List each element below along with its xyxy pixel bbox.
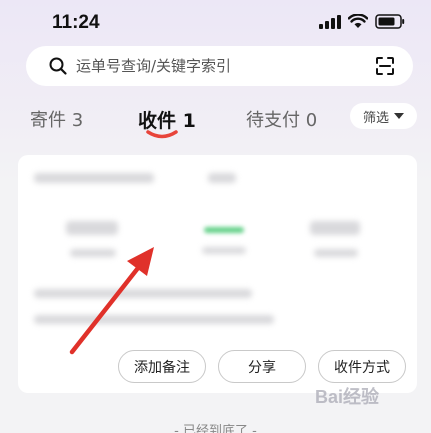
status-bar: 11:24 <box>0 0 431 42</box>
search-bar[interactable] <box>26 46 413 86</box>
search-icon <box>49 57 67 75</box>
progress-indicator <box>204 227 244 233</box>
caret-down-icon <box>394 113 404 119</box>
blurred-receiver-name <box>314 249 358 257</box>
status-time: 11:24 <box>52 12 100 33</box>
card-actions: 添加备注 分享 收件方式 <box>18 350 417 386</box>
filter-label: 筛选 <box>362 110 389 126</box>
watermark: Bai经验 <box>315 387 380 407</box>
blurred-info-line-2 <box>34 315 274 324</box>
blurred-sender-name <box>70 249 116 257</box>
filter-button[interactable]: 筛选 <box>350 103 417 129</box>
active-tab-indicator <box>146 130 178 139</box>
search-input[interactable] <box>76 46 366 86</box>
blurred-origin-city <box>66 221 118 235</box>
blurred-tracking-number <box>34 173 154 183</box>
blurred-destination-city <box>310 221 360 235</box>
tab-send[interactable]: 寄件 3 <box>30 106 83 132</box>
receive-method-button[interactable]: 收件方式 <box>318 350 406 383</box>
share-button[interactable]: 分享 <box>218 350 306 383</box>
end-of-list-text: - 已经到底了 - <box>174 424 257 433</box>
status-icons <box>319 14 405 29</box>
shipment-card[interactable]: 添加备注 分享 收件方式 <box>18 155 417 393</box>
blurred-status-tag <box>208 173 236 183</box>
battery-icon <box>375 14 405 29</box>
blurred-progress-text <box>202 247 246 254</box>
signal-icon <box>319 14 341 29</box>
scan-icon[interactable] <box>375 56 395 76</box>
wifi-icon <box>348 14 368 28</box>
blurred-info-line-1 <box>34 289 252 298</box>
add-note-button[interactable]: 添加备注 <box>118 350 206 383</box>
tab-pending-payment[interactable]: 待支付 0 <box>246 106 317 132</box>
